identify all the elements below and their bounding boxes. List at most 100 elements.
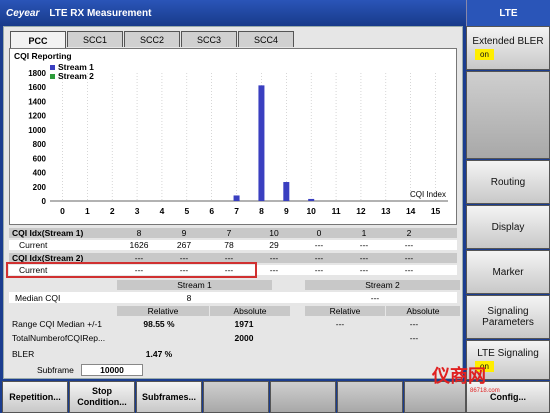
carrier-tabs: PCC SCC1 SCC2 SCC3 SCC4 — [10, 31, 295, 49]
total-s2: --- — [409, 332, 419, 343]
marker-label: Marker — [492, 266, 524, 278]
range-abs-s1: 1971 — [234, 318, 254, 329]
s2-relative-header: Relative — [305, 306, 385, 316]
s1-idx-2: 7 — [226, 228, 232, 238]
x-tick-label: 5 — [184, 206, 189, 216]
range-row: Range CQI Median +/-1 98.55 % 1971 --- -… — [9, 318, 457, 329]
s2-absolute-header: Absolute — [386, 306, 460, 316]
stream1-current-row: Current 1626 267 78 29 --- --- --- — [9, 240, 457, 250]
y-tick-label: 1800 — [28, 69, 46, 78]
bar-cqi-9 — [283, 182, 290, 201]
tab-scc3[interactable]: SCC3 — [181, 31, 237, 47]
x-tick-label: 12 — [356, 206, 366, 216]
softkey-extended-bler[interactable]: Extended BLER on — [466, 26, 550, 70]
extended-bler-label: Extended BLER — [472, 36, 544, 47]
bottom-blank-1[interactable] — [203, 381, 269, 413]
s2-cur-5: --- — [359, 265, 369, 275]
tab-scc4[interactable]: SCC4 — [238, 31, 294, 47]
x-tick-label: 14 — [406, 206, 416, 216]
y-tick-label: 1000 — [28, 126, 46, 135]
s1-idx-0: 8 — [136, 228, 142, 238]
legend-swatch-1 — [50, 65, 55, 70]
bottom-blank-3[interactable] — [337, 381, 403, 413]
s2-cur-6: --- — [404, 265, 414, 275]
s1-idx-4: 0 — [316, 228, 322, 238]
s1-idx-6: 2 — [406, 228, 412, 238]
tab-scc1[interactable]: SCC1 — [67, 31, 123, 47]
total-label: TotalNumberofCQIRep... — [12, 332, 106, 343]
bar-cqi-8 — [258, 85, 265, 201]
subframe-row: Subframe 10000 — [9, 364, 457, 376]
tab-scc2[interactable]: SCC2 — [124, 31, 180, 47]
softkey-signaling-parameters[interactable]: Signaling Parameters — [466, 295, 550, 339]
x-tick-label: 2 — [110, 206, 115, 216]
y-tick-label: 0 — [42, 197, 47, 206]
y-tick-label: 1200 — [28, 112, 46, 121]
s1-cur-2: 78 — [224, 240, 234, 250]
cqi-chart: 0 200 400 600 800 1000 1200 1400 1600 1800 CQI Rep… — [9, 48, 457, 225]
stream-header-row: Stream 1 Stream 2 — [9, 280, 460, 290]
bottom-blank-2[interactable] — [270, 381, 336, 413]
stream1-idx-row: CQI Idx(Stream 1) 8 9 7 10 0 1 2 — [9, 228, 457, 238]
softkey-display[interactable]: Display — [466, 205, 550, 249]
s2-cur-4: --- — [314, 265, 324, 275]
s1-cur-6: --- — [404, 240, 414, 250]
x-tick-label: 9 — [284, 206, 289, 216]
y-tick-label: 200 — [33, 183, 47, 192]
sidebar-header: LTE — [466, 0, 550, 26]
tab-pcc[interactable]: PCC — [10, 31, 66, 49]
lte-signaling-label: LTE Signaling — [477, 348, 539, 359]
s2-idx-4: --- — [314, 253, 324, 263]
s1-absolute-header: Absolute — [210, 306, 290, 316]
stop-condition-button[interactable]: Stop Condition... — [69, 381, 135, 413]
y-tick-label: 1400 — [28, 97, 46, 106]
range-rel-s1: 98.55 % — [143, 318, 175, 329]
range-label: Range CQI Median +/-1 — [12, 318, 103, 329]
median-s2: --- — [370, 292, 380, 303]
x-tick-label: 3 — [135, 206, 140, 216]
legend-label-2: Stream 2 — [58, 71, 94, 81]
median-highlight — [6, 262, 257, 278]
x-tick-label: 11 — [332, 206, 341, 216]
x-tick-label: 1 — [85, 206, 90, 216]
s2-cur-3: --- — [269, 265, 279, 275]
cqi-chart-svg: 0 200 400 600 800 1000 1200 1400 1600 1800 CQI Rep… — [14, 51, 448, 216]
watermark-logo: 仪商网 — [432, 366, 486, 387]
s1-cur-3: 29 — [269, 240, 279, 250]
stream1-idx-label: CQI Idx(Stream 1) — [12, 228, 84, 238]
subframes-button[interactable]: Subframes... — [136, 381, 202, 413]
range-abs-s2: --- — [409, 318, 419, 329]
chart-title: CQI Reporting — [14, 51, 72, 61]
display-label: Display — [491, 221, 525, 233]
x-tick-label: 10 — [306, 206, 316, 216]
bar-cqi-7 — [233, 195, 240, 201]
s2-idx-5: --- — [359, 253, 369, 263]
s1-cur-1: 267 — [176, 240, 192, 250]
s2-idx-6: --- — [404, 253, 414, 263]
softkey-marker[interactable]: Marker — [466, 250, 550, 294]
y-tick-label: 400 — [33, 169, 47, 178]
y-tick-label: 600 — [33, 154, 47, 163]
s1-idx-1: 9 — [181, 228, 187, 238]
y-tick-label: 1600 — [28, 83, 46, 92]
extended-bler-state: on — [475, 49, 494, 60]
total-row: TotalNumberofCQIRep... 2000 --- — [9, 332, 457, 343]
s1-cur-0: 1626 — [129, 240, 149, 250]
range-rel-s2: --- — [335, 318, 345, 329]
bler-label: BLER — [12, 348, 35, 359]
stream1-header: Stream 1 — [117, 280, 272, 290]
softkey-blank[interactable] — [466, 71, 550, 159]
repetition-button[interactable]: Repetition... — [2, 381, 68, 413]
stream2-header: Stream 2 — [305, 280, 460, 290]
bler-row: BLER 1.47 % — [9, 348, 457, 359]
window-title: LTE RX Measurement — [49, 7, 152, 19]
s1-relative-header: Relative — [117, 306, 209, 316]
softkey-routing[interactable]: Routing — [466, 160, 550, 204]
x-tick-label: 7 — [234, 206, 239, 216]
x-tick-label: 6 — [209, 206, 214, 216]
s1-idx-5: 1 — [361, 228, 367, 238]
x-axis-label: CQI Index — [410, 190, 446, 199]
s1-idx-3: 10 — [269, 228, 279, 238]
stream1-current-label: Current — [19, 240, 48, 250]
title-bar: Ceyear LTE RX Measurement — [0, 0, 466, 26]
